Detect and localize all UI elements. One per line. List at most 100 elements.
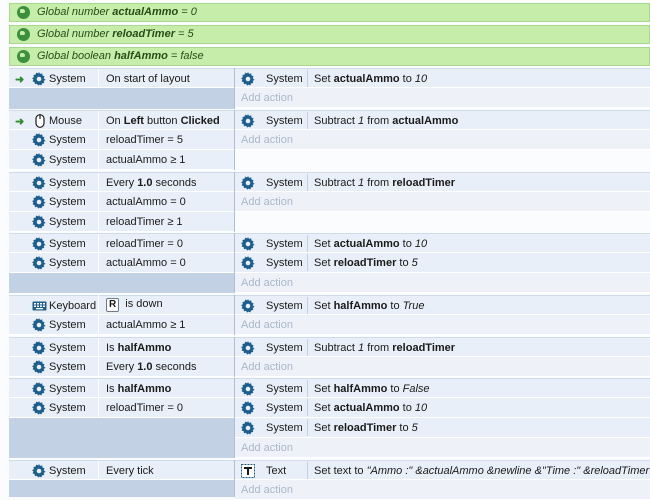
action-row[interactable]: System Set reloadTimer to 5 — [235, 253, 650, 273]
keyboard-icon — [32, 301, 47, 311]
global-variable-halfAmmo[interactable]: Global boolean halfAmmo = false — [9, 47, 650, 66]
action-text: Set reloadTimer to 5 — [307, 254, 418, 271]
trigger-arrow-icon: ➜ — [15, 116, 25, 128]
trigger-arrow-icon: ➜ — [15, 74, 25, 86]
object-name: System — [266, 402, 303, 414]
action-row[interactable]: System Subtract 1 from reloadTimer — [235, 172, 650, 192]
condition-row[interactable]: ➜ Mouse On Left button Clicked — [9, 110, 234, 130]
system-gear-icon — [32, 176, 46, 190]
object-name: System — [266, 115, 303, 127]
action-row[interactable]: System Set actualAmmo to 10 — [235, 68, 650, 88]
text-object-icon — [241, 464, 255, 478]
condition-row[interactable]: System reloadTimer ≥ 1 — [9, 212, 234, 232]
action-text: Set actualAmmo to 10 — [306, 235, 428, 252]
system-gear-icon — [32, 153, 46, 167]
object-name: System — [266, 73, 303, 85]
system-gear-icon — [32, 318, 46, 332]
actions-column: System Set actualAmmo to 10 Add action — [235, 68, 650, 108]
add-action-button[interactable]: Add action — [235, 88, 650, 108]
action-row[interactable]: System Set actualAmmo to 10 — [235, 398, 650, 418]
action-text: Set halfAmmo to True — [306, 297, 425, 314]
actions-column: System Subtract 1 from reloadTimer Add a… — [235, 172, 650, 212]
object-name: System — [49, 257, 86, 269]
event-block-8[interactable]: System Every tick Text Set text to "Ammo… — [9, 460, 650, 500]
add-action-button[interactable]: Add action — [235, 357, 650, 377]
condition-row[interactable]: Keyboard R is down — [9, 294, 234, 315]
actions-column: System Set halfAmmo to True Add action — [235, 295, 650, 335]
event-block-7[interactable]: System Is halfAmmo System reloadTimer = … — [9, 378, 650, 458]
condition-text: Is halfAmmo — [97, 338, 172, 357]
object-name: System — [266, 342, 303, 354]
mouse-icon — [35, 114, 45, 128]
condition-text: Every 1.0 seconds — [98, 173, 197, 192]
object-name: Mouse — [49, 115, 83, 127]
condition-row[interactable]: System Is halfAmmo — [9, 337, 234, 357]
system-gear-icon — [241, 401, 255, 415]
condition-text: reloadTimer ≥ 1 — [98, 212, 183, 231]
action-text: Set halfAmmo to False — [307, 380, 430, 397]
condition-text: reloadTimer = 0 — [98, 234, 183, 253]
actions-column: System Set halfAmmo to False System Set … — [235, 378, 650, 458]
condition-text: actualAmmo ≥ 1 — [97, 315, 186, 334]
condition-row[interactable]: System actualAmmo = 0 — [9, 192, 234, 212]
object-name: System — [49, 134, 86, 146]
action-row[interactable]: System Set actualAmmo to 10 — [235, 233, 650, 253]
conditions-column: System Every 1.0 seconds System actualAm… — [9, 172, 235, 232]
object-name: System — [266, 177, 303, 189]
condition-row[interactable]: ➜ System On start of layout — [9, 68, 234, 88]
action-row[interactable]: System Subtract 1 from actualAmmo — [235, 110, 650, 130]
object-name: System — [49, 73, 86, 85]
global-variable-actualAmmo[interactable]: Global number actualAmmo = 0 — [9, 3, 650, 22]
event-block-1[interactable]: ➜ System On start of layout System Set a… — [9, 68, 650, 109]
add-action-button[interactable]: Add action — [235, 130, 650, 150]
global-variable-reloadTimer[interactable]: Global number reloadTimer = 5 — [9, 25, 650, 44]
condition-row[interactable]: System actualAmmo ≥ 1 — [9, 150, 234, 170]
actions-column: System Subtract 1 from reloadTimer Add a… — [235, 337, 650, 377]
system-gear-icon — [32, 464, 46, 478]
condition-row[interactable]: System reloadTimer = 0 — [9, 233, 234, 253]
condition-row[interactable]: System Every 1.0 seconds — [9, 172, 234, 192]
action-text: Set text to "Ammo :" &actualAmmo &newlin… — [306, 462, 650, 479]
condition-row[interactable]: System Every tick — [9, 460, 234, 480]
conditions-column: Keyboard R is down System actualAmmo ≥ 1 — [9, 294, 235, 335]
action-row[interactable]: Text Set text to "Ammo :" &actualAmmo &n… — [235, 460, 650, 480]
condition-row[interactable]: System Every 1.0 seconds — [9, 357, 234, 377]
event-block-6[interactable]: System Is halfAmmo System Every 1.0 seco… — [9, 337, 650, 377]
add-action-button[interactable]: Add action — [235, 480, 650, 500]
condition-row[interactable]: System actualAmmo = 0 — [9, 253, 234, 273]
condition-text: On start of layout — [98, 69, 190, 88]
event-block-2[interactable]: ➜ Mouse On Left button Clicked System re… — [9, 110, 650, 170]
system-gear-icon — [32, 256, 46, 270]
event-block-3[interactable]: System Every 1.0 seconds System actualAm… — [9, 172, 650, 232]
system-gear-icon — [32, 133, 46, 147]
key-r-badge: R — [106, 298, 120, 312]
condition-row[interactable]: System Is halfAmmo — [9, 378, 234, 398]
add-action-button[interactable]: Add action — [235, 315, 650, 335]
condition-text: Is halfAmmo — [97, 379, 172, 398]
action-row[interactable]: System Set reloadTimer to 5 — [235, 418, 650, 438]
condition-row[interactable]: System reloadTimer = 0 — [9, 398, 234, 418]
event-block-5[interactable]: Keyboard R is down System actualAmmo ≥ 1… — [9, 294, 650, 335]
condition-row[interactable]: System reloadTimer = 5 — [9, 130, 234, 150]
condition-text: actualAmmo = 0 — [98, 192, 186, 211]
action-row[interactable]: System Set halfAmmo to False — [235, 378, 650, 398]
action-text: Subtract 1 from reloadTimer — [306, 174, 456, 191]
system-gear-icon — [241, 176, 255, 190]
condition-text: reloadTimer = 0 — [98, 398, 183, 417]
object-name: System — [49, 238, 86, 250]
object-name: System — [266, 238, 303, 250]
action-row[interactable]: System Set halfAmmo to True — [235, 295, 650, 315]
add-action-button[interactable]: Add action — [235, 273, 650, 293]
add-action-button[interactable]: Add action — [235, 438, 650, 458]
condition-text: actualAmmo ≥ 1 — [97, 150, 186, 169]
system-gear-icon — [241, 341, 255, 355]
action-row[interactable]: System Subtract 1 from reloadTimer — [235, 337, 650, 357]
object-name: System — [49, 383, 86, 395]
condition-text: R is down — [98, 294, 163, 313]
object-name: System — [49, 216, 86, 228]
action-text: Subtract 1 from actualAmmo — [306, 112, 459, 129]
condition-row[interactable]: System actualAmmo ≥ 1 — [9, 315, 234, 335]
system-gear-icon — [241, 299, 255, 313]
event-block-4[interactable]: System reloadTimer = 0 System actualAmmo… — [9, 233, 650, 293]
add-action-button[interactable]: Add action — [235, 192, 650, 212]
